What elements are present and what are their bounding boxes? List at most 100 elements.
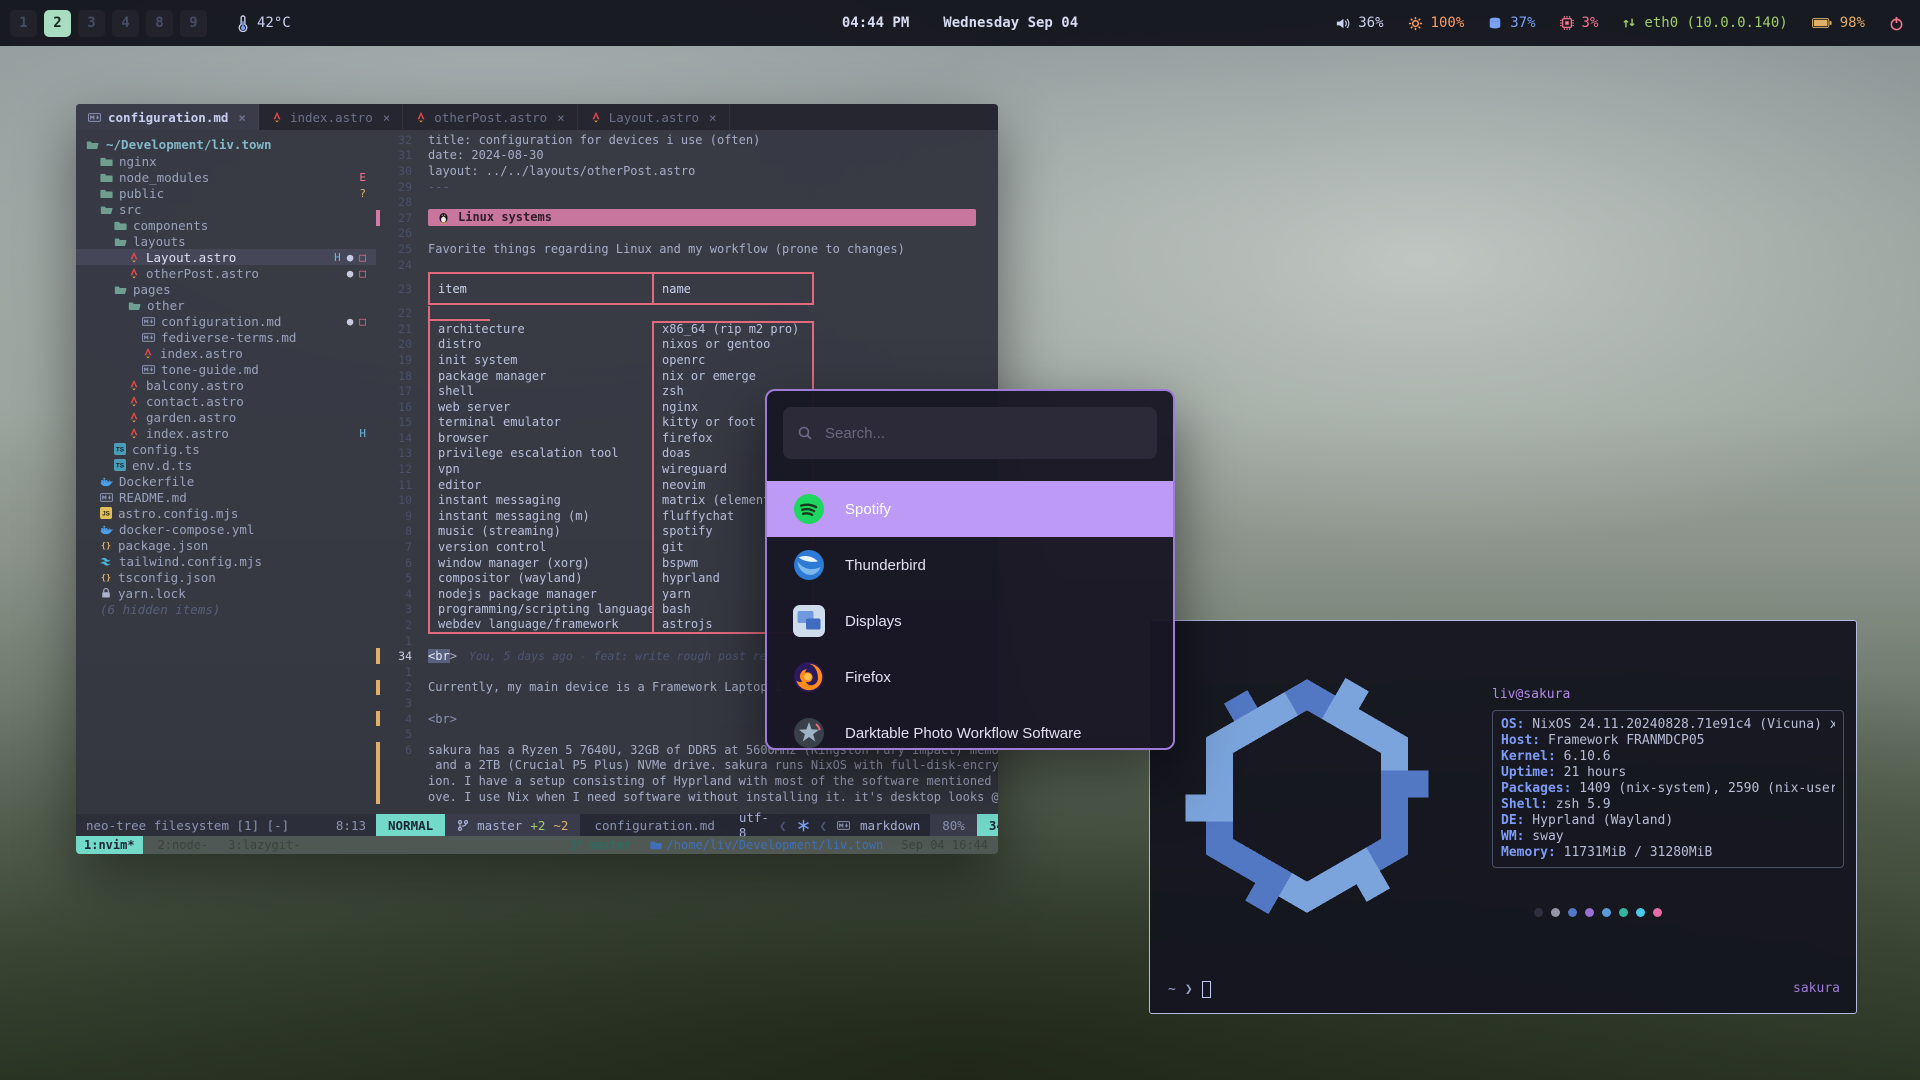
tree-item[interactable]: TSconfig.ts — [76, 441, 376, 457]
tree-item[interactable]: public? — [76, 185, 376, 201]
line-number: 17 — [386, 384, 412, 398]
tree-item[interactable]: fediverse-terms.md — [76, 329, 376, 345]
tree-item[interactable]: contact.astro — [76, 393, 376, 409]
fetch-user-host: liv@sakura — [1492, 687, 1844, 703]
line-number: 22 — [386, 306, 412, 320]
file-tree[interactable]: ~/Development/liv.town nginxnode_modules… — [76, 130, 376, 814]
gutter-mark — [376, 711, 380, 727]
tree-item[interactable]: garden.astro — [76, 409, 376, 425]
workspace-9[interactable]: 9 — [180, 10, 207, 37]
tree-item[interactable]: Layout.astroH●□ — [76, 249, 376, 265]
workspace-3[interactable]: 3 — [78, 10, 105, 37]
table-cell-item: init system — [430, 352, 654, 368]
markdown-icon — [88, 111, 101, 124]
tree-mark: H — [359, 427, 366, 440]
scroll-percent: 80% — [930, 814, 977, 836]
folder-open-icon — [114, 235, 127, 248]
tree-item[interactable]: other — [76, 297, 376, 313]
cpu-icon — [1560, 16, 1574, 30]
line-content: ion. I have a setup consisting of Hyprla… — [428, 774, 998, 788]
tree-item[interactable]: tailwind.config.mjs — [76, 553, 376, 569]
tree-item[interactable]: Dockerfile — [76, 473, 376, 489]
editor-line: and a 2TB (Crucial P5 Plus) NVMe drive. … — [376, 758, 998, 774]
tree-item[interactable]: configuration.md●□ — [76, 313, 376, 329]
terminal-window[interactable]: liv@sakura OS: NixOS 24.11.20240828.71e9… — [1149, 620, 1857, 1014]
tree-item[interactable]: README.md — [76, 489, 376, 505]
tree-item[interactable]: {}tsconfig.json — [76, 569, 376, 585]
launcher-item-firefox[interactable]: Firefox — [767, 649, 1173, 705]
tab-Layout.astro[interactable]: Layout.astro× — [578, 104, 730, 130]
svg-text:TS: TS — [116, 463, 124, 470]
close-icon[interactable]: × — [709, 110, 717, 125]
workspace-8[interactable]: 8 — [146, 10, 173, 37]
module-brightness[interactable]: 100% — [1408, 15, 1465, 31]
tree-item[interactable]: layouts — [76, 233, 376, 249]
tree-item[interactable]: TS env.d.ts — [76, 457, 376, 473]
tree-item[interactable]: components — [76, 217, 376, 233]
close-icon[interactable]: × — [557, 110, 565, 125]
tmux-window[interactable]: 3:lazygit- — [223, 838, 305, 852]
ts-icon: TS — [114, 459, 126, 471]
tree-item[interactable]: node_modulesE — [76, 169, 376, 185]
mode-indicator: NORMAL — [376, 814, 445, 836]
line-number: 29 — [386, 180, 412, 194]
launcher-item-displays[interactable]: Displays — [767, 593, 1173, 649]
search-input[interactable]: Search... — [783, 407, 1157, 459]
tree-item[interactable]: pages — [76, 281, 376, 297]
editor-line: 20distronixos or gentoo — [376, 337, 998, 353]
close-icon[interactable]: × — [383, 110, 391, 125]
nix-os-icon — [797, 819, 810, 832]
tree-item[interactable]: index.astro — [76, 345, 376, 361]
tmux-window[interactable]: 1:nvim* — [76, 836, 143, 854]
fetch-value: 11731MiB / 31280MiB — [1556, 845, 1713, 860]
tree-item-label: env.d.ts — [132, 458, 192, 473]
tree-item[interactable]: tone-guide.md — [76, 361, 376, 377]
gutter-mark — [376, 773, 380, 789]
tab-index.astro[interactable]: index.astro× — [259, 104, 403, 130]
git-branch: master — [477, 818, 522, 833]
launcher-item-label: Darktable Photo Workflow Software — [845, 725, 1082, 742]
fetch-row: Uptime: 21 hours — [1501, 765, 1835, 781]
tab-configuration.md[interactable]: configuration.md× — [76, 104, 259, 130]
close-icon[interactable]: × — [238, 110, 246, 125]
editor-line: ion. I have a setup consisting of Hyprla… — [376, 773, 998, 789]
tree-item[interactable]: (6 hidden items) — [76, 601, 376, 617]
tmux-window[interactable]: 2:node- — [153, 838, 214, 852]
launcher-item-spotify[interactable]: Spotify — [767, 481, 1173, 537]
launcher-item-thunderbird[interactable]: Thunderbird — [767, 537, 1173, 593]
search-placeholder: Search... — [825, 425, 885, 442]
tree-item[interactable]: otherPost.astro●□ — [76, 265, 376, 281]
module-power[interactable] — [1889, 16, 1904, 31]
separator: ❮ — [779, 818, 787, 833]
tree-item[interactable]: nginx — [76, 153, 376, 169]
module-network[interactable]: eth0 (10.0.0.140) — [1622, 15, 1787, 31]
json-icon: {} — [100, 539, 112, 551]
folder-open-icon — [114, 283, 127, 296]
shell-prompt[interactable]: ~ ❯ — [1168, 981, 1211, 998]
tree-item-label: src — [119, 202, 142, 217]
temperature-value: 42°C — [257, 15, 291, 31]
thunderbird-icon — [793, 549, 825, 581]
workspace-1[interactable]: 1 — [10, 10, 37, 37]
tree-item[interactable]: {}package.json — [76, 537, 376, 553]
git-blame: You, 5 days ago - feat: write rough post… — [469, 649, 767, 663]
table-row: compositor (wayland)hyprland — [428, 570, 814, 586]
launcher-item-darktable[interactable]: Darktable Photo Workflow Software — [767, 705, 1173, 750]
table-cell-item: browser — [430, 430, 654, 446]
tree-item[interactable]: src — [76, 201, 376, 217]
tree-item[interactable]: JSastro.config.mjs — [76, 505, 376, 521]
table-cell-item: distro — [430, 337, 654, 353]
table-cell-item: window manager (xorg) — [430, 555, 654, 571]
module-volume[interactable]: 36% — [1335, 15, 1383, 31]
tree-item[interactable]: docker-compose.yml — [76, 521, 376, 537]
tree-item[interactable]: balcony.astro — [76, 377, 376, 393]
table-cell-item: programming/scripting language — [430, 602, 654, 618]
tree-item[interactable]: yarn.lock — [76, 585, 376, 601]
astro-icon — [128, 411, 140, 423]
tree-item[interactable]: index.astroH — [76, 425, 376, 441]
tab-otherPost.astro[interactable]: otherPost.astro× — [403, 104, 577, 130]
workspace-4[interactable]: 4 — [112, 10, 139, 37]
launcher-item-label: Firefox — [845, 669, 891, 686]
clock-date: Wednesday Sep 04 — [943, 15, 1078, 31]
workspace-2[interactable]: 2 — [44, 10, 71, 37]
